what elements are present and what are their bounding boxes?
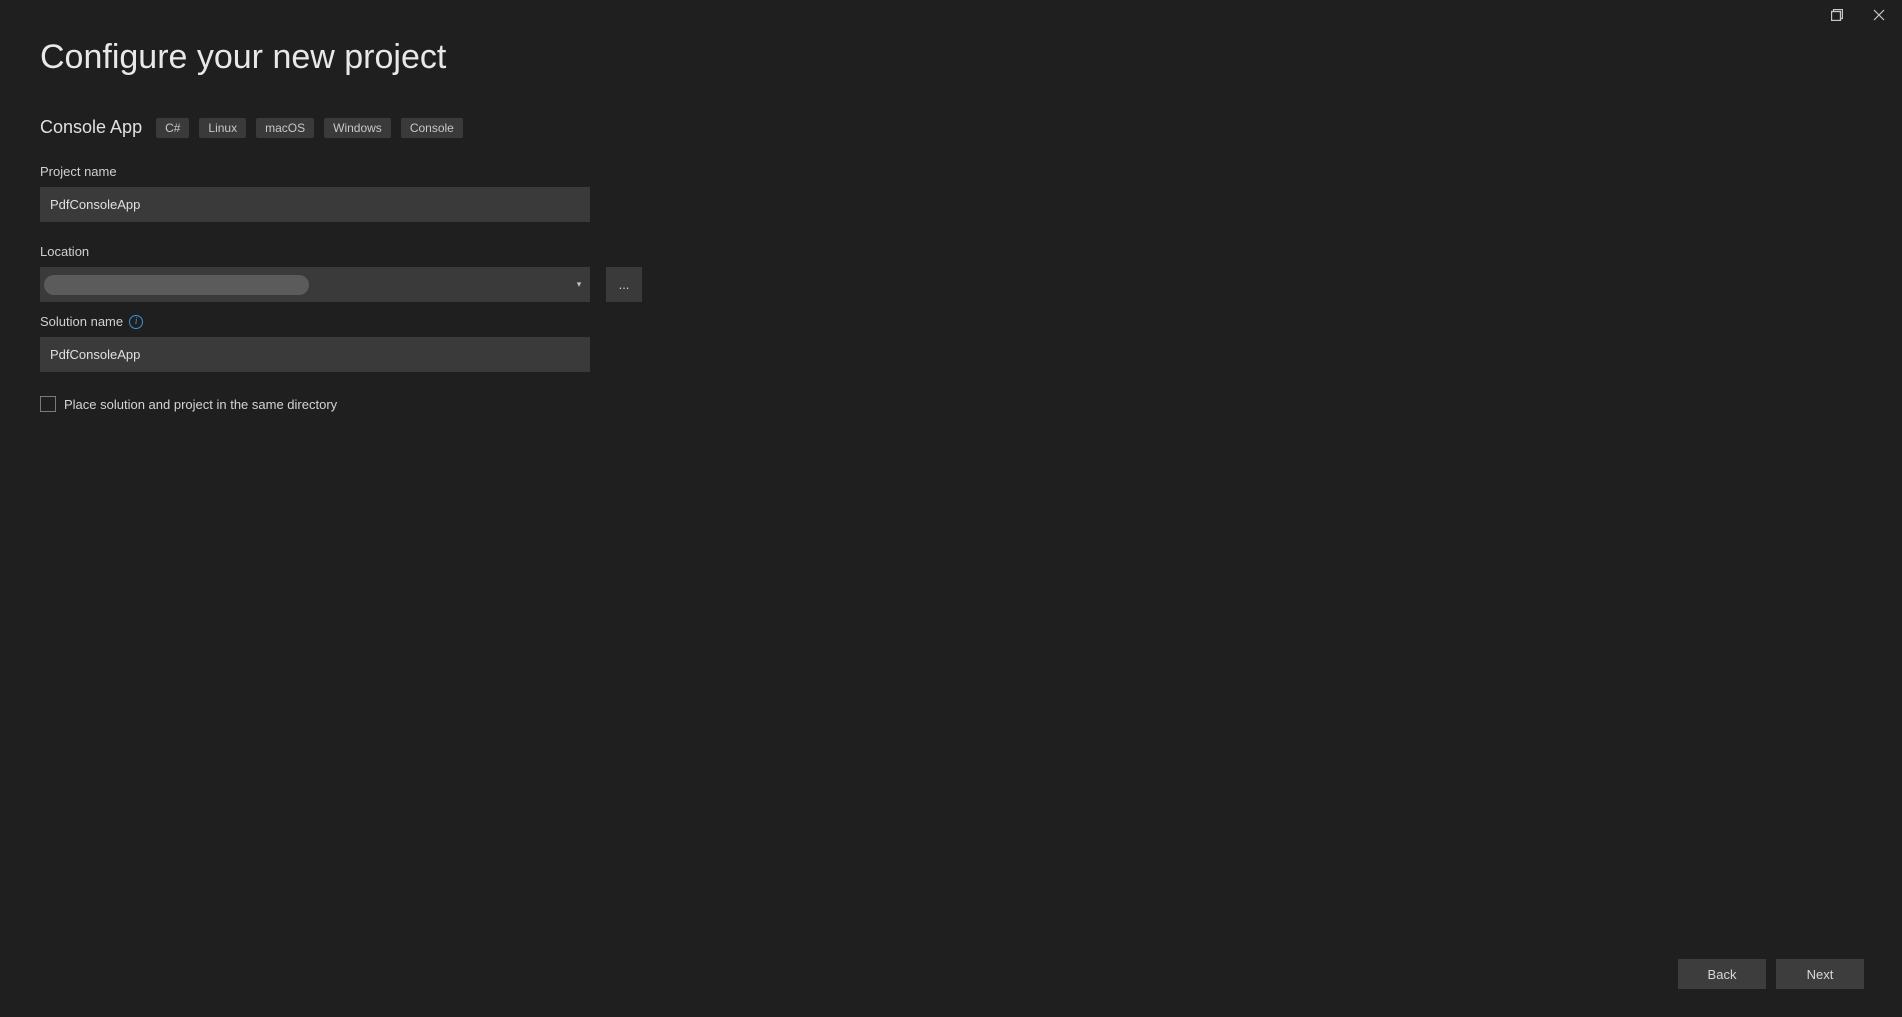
location-label: Location — [40, 244, 1862, 259]
template-header: Console App C# Linux macOS Windows Conso… — [40, 117, 1862, 138]
solution-name-input[interactable] — [40, 337, 590, 372]
info-icon[interactable]: i — [129, 315, 143, 329]
close-button[interactable] — [1870, 6, 1888, 24]
template-name: Console App — [40, 117, 142, 138]
project-name-input[interactable] — [40, 187, 590, 222]
page-title: Configure your new project — [40, 38, 1862, 77]
back-button[interactable]: Back — [1678, 959, 1766, 989]
solution-name-label: Solution name i — [40, 314, 1862, 329]
footer-nav: Back Next — [1678, 959, 1864, 989]
close-icon — [1873, 9, 1885, 21]
same-directory-label: Place solution and project in the same d… — [64, 397, 337, 412]
project-name-label: Project name — [40, 164, 1862, 179]
template-tag: Console — [401, 118, 463, 138]
location-combobox[interactable]: ▾ — [40, 267, 590, 302]
template-tag: Linux — [199, 118, 246, 138]
maximize-button[interactable] — [1828, 6, 1846, 24]
same-directory-checkbox[interactable] — [40, 396, 56, 412]
maximize-icon — [1831, 9, 1843, 21]
template-tags: C# Linux macOS Windows Console — [156, 118, 463, 138]
solution-name-label-text: Solution name — [40, 314, 123, 329]
browse-location-button[interactable]: ... — [606, 267, 642, 302]
location-dropdown-toggle[interactable]: ▾ — [568, 267, 590, 302]
location-input[interactable] — [40, 267, 568, 302]
chevron-down-icon: ▾ — [577, 279, 582, 290]
template-tag: C# — [156, 118, 189, 138]
next-button[interactable]: Next — [1776, 959, 1864, 989]
template-tag: macOS — [256, 118, 314, 138]
same-directory-checkbox-row[interactable]: Place solution and project in the same d… — [40, 396, 1862, 412]
template-tag: Windows — [324, 118, 391, 138]
window-titlebar — [1828, 0, 1902, 30]
